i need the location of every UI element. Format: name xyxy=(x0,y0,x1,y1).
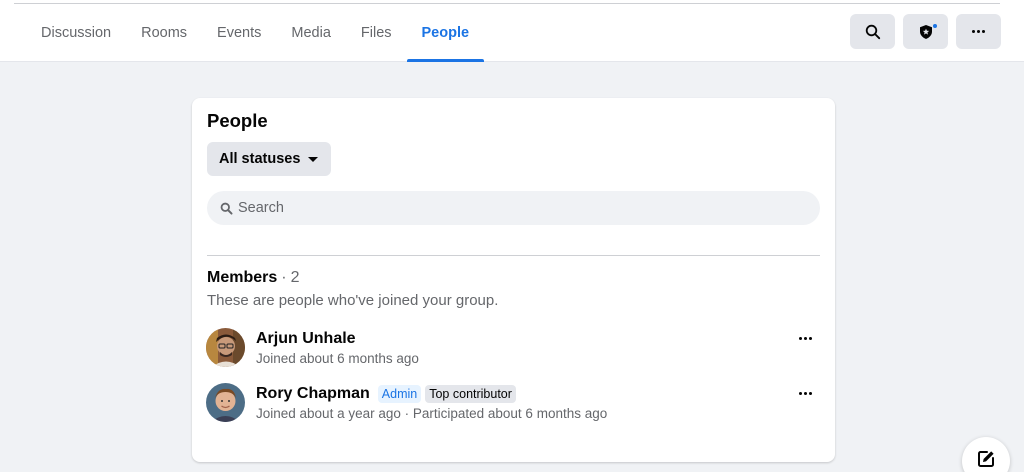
compose-icon xyxy=(978,451,994,467)
section-divider xyxy=(207,255,820,256)
members-count: 2 xyxy=(290,269,300,286)
admin-tools-button[interactable] xyxy=(903,14,948,49)
member-name[interactable]: Rory Chapman Admin Top contributor xyxy=(256,385,516,403)
notification-dot xyxy=(932,23,938,29)
compose-button[interactable] xyxy=(962,437,1010,472)
search-button[interactable] xyxy=(850,14,895,49)
status-filter-label: All statuses xyxy=(219,151,301,167)
member-search-input[interactable]: Search xyxy=(207,191,820,225)
more-icon xyxy=(798,391,812,395)
caret-down-icon xyxy=(308,157,318,162)
member-joined-text: Joined about a year ago · Participated a… xyxy=(256,406,608,421)
members-heading-separator: · xyxy=(281,269,287,286)
member-name-text: Arjun Unhale xyxy=(256,330,356,347)
more-icon xyxy=(798,336,812,340)
avatar[interactable] xyxy=(206,328,245,367)
tab-files[interactable]: Files xyxy=(346,4,407,61)
group-tabs: Discussion Rooms Events Media Files Peop… xyxy=(26,4,485,62)
group-top-bar: Discussion Rooms Events Media Files Peop… xyxy=(0,0,1024,62)
top-contributor-badge: Top contributor xyxy=(425,385,516,403)
member-row: Arjun Unhale Joined about 6 months ago xyxy=(206,328,821,372)
members-heading: Members · 2 xyxy=(207,269,299,287)
member-options-button[interactable] xyxy=(789,328,821,348)
tab-people[interactable]: People xyxy=(406,4,485,62)
search-placeholder: Search xyxy=(238,200,284,216)
people-card: People All statuses Search Members · 2 The… xyxy=(192,98,835,462)
members-description: These are people who've joined your grou… xyxy=(207,292,499,309)
member-name[interactable]: Arjun Unhale xyxy=(256,330,356,348)
tab-rooms[interactable]: Rooms xyxy=(126,4,202,61)
admin-badge: Admin xyxy=(377,385,422,403)
search-icon xyxy=(220,202,233,215)
member-row: Rory Chapman Admin Top contributor Joine… xyxy=(206,383,821,427)
tab-events[interactable]: Events xyxy=(202,4,276,61)
tab-discussion[interactable]: Discussion xyxy=(26,4,126,61)
avatar[interactable] xyxy=(206,383,245,422)
people-title: People xyxy=(207,110,268,131)
member-joined-text: Joined about 6 months ago xyxy=(256,351,419,366)
tab-media[interactable]: Media xyxy=(276,4,346,61)
search-icon xyxy=(865,24,880,39)
members-heading-label: Members xyxy=(207,269,278,286)
status-filter-dropdown[interactable]: All statuses xyxy=(207,142,331,176)
member-name-text: Rory Chapman xyxy=(256,385,370,402)
member-options-button[interactable] xyxy=(789,383,821,403)
more-options-button[interactable] xyxy=(956,14,1001,49)
more-icon xyxy=(972,30,985,33)
